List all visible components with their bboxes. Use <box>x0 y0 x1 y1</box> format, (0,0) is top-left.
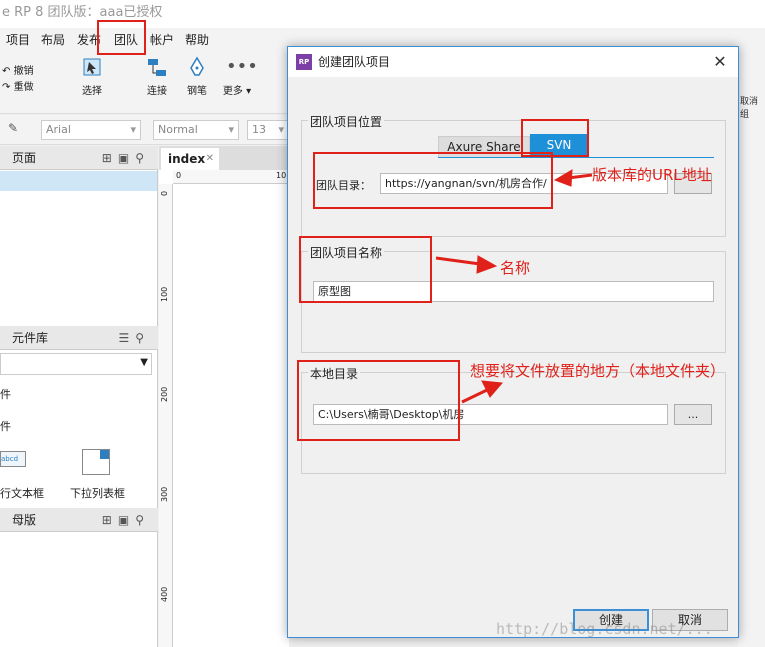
add-folder-icon[interactable]: ▣ <box>118 513 135 527</box>
horizontal-ruler: 0 10 <box>173 170 289 184</box>
highlight-team-dir <box>313 152 553 209</box>
left-panel: 页面 ⊞▣⚲ 元件库 ☰⚲ ▼ 件 件 abcd 行文本框 下拉列表框 母版 ⊞… <box>0 146 158 647</box>
widget-label[interactable]: 行文本框 <box>0 485 44 501</box>
close-icon[interactable]: ✕ <box>712 54 728 70</box>
dropdown-widget-icon <box>82 449 110 475</box>
close-icon[interactable]: ✕ <box>206 148 214 170</box>
pen-icon <box>190 56 204 76</box>
text-field-widget-icon: abcd <box>0 451 30 473</box>
library-select[interactable]: ▼ <box>0 353 152 375</box>
annotation-local: 想要将文件放置的地方（本地文件夹） <box>470 362 726 380</box>
masters-panel-header: 母版 ⊞▣⚲ <box>0 508 158 532</box>
select-icon <box>83 58 101 76</box>
search-icon[interactable]: ⚲ <box>135 513 150 527</box>
right-panel-edge: 取消组 <box>738 50 765 647</box>
library-panel-header: 元件库 ☰⚲ <box>0 326 158 350</box>
add-folder-icon[interactable]: ▣ <box>118 151 135 165</box>
ungroup-button[interactable]: 取消组 <box>740 94 765 120</box>
pages-panel-header: 页面 ⊞▣⚲ <box>0 146 158 170</box>
rp-logo-icon: RP <box>296 54 312 70</box>
more-tools-button[interactable]: ••• 更多 ▾ <box>217 56 258 97</box>
dialog-title: 创建团队项目 <box>318 55 391 69</box>
chevron-down-icon: ▼ <box>140 357 148 368</box>
connect-tool-button[interactable]: 连接 <box>137 56 177 97</box>
menu-item-account[interactable]: 帐户 <box>150 31 174 48</box>
watermark: http://blog.csdn.net/... <box>496 620 713 638</box>
menu-item-layout[interactable]: 布局 <box>41 31 65 48</box>
highlight-local-dir <box>297 360 460 441</box>
selected-page-row[interactable] <box>0 171 157 191</box>
menu-item-project[interactable]: 项目 <box>6 31 30 48</box>
widget-label[interactable]: 下拉列表框 <box>70 485 125 501</box>
page-tabs: index ✕ <box>159 146 289 170</box>
annotation-name: 名称 <box>500 259 531 277</box>
canvas-area: index ✕ 0 10 0 100 200 300 400 <box>159 146 289 647</box>
add-page-icon[interactable]: ⊞ <box>102 513 118 527</box>
search-icon[interactable]: ⚲ <box>135 151 150 165</box>
connect-icon <box>148 59 166 76</box>
edit-style-icon[interactable]: ✎ <box>8 121 18 135</box>
pen-tool-button[interactable]: 钢笔 <box>177 56 217 97</box>
more-icon: ••• <box>226 56 258 77</box>
add-page-icon[interactable]: ⊞ <box>102 151 118 165</box>
font-family-select[interactable]: Arial <box>41 120 141 140</box>
menu-icon[interactable]: ☰ <box>118 331 135 345</box>
undo-icon: ↶ <box>2 66 11 77</box>
library-item[interactable]: 件 <box>0 418 11 434</box>
search-icon[interactable]: ⚲ <box>135 331 150 345</box>
undo-button[interactable]: ↶ 撤销 <box>2 62 34 77</box>
font-size-select[interactable]: 13 <box>247 120 289 140</box>
select-tool-button[interactable]: 选择 <box>72 56 112 97</box>
local-dir-browse-button[interactable]: ... <box>674 404 712 425</box>
tab-index[interactable]: index ✕ <box>161 148 219 170</box>
library-item[interactable]: 件 <box>0 386 11 402</box>
location-group-label: 团队项目位置 <box>308 113 385 130</box>
create-team-project-dialog: RP 创建团队项目 ✕ 团队项目位置 Axure Share SVN 团队目录：… <box>287 46 739 638</box>
vertical-ruler: 0 100 200 300 400 <box>159 184 173 647</box>
redo-button[interactable]: ↷ 重做 <box>2 78 34 93</box>
menu-item-help[interactable]: 帮助 <box>185 31 209 48</box>
redo-icon: ↷ <box>2 82 11 93</box>
dialog-titlebar: RP 创建团队项目 ✕ <box>288 47 738 77</box>
annotation-url: 版本库的URL地址 <box>592 166 712 184</box>
highlight-project-name <box>299 236 432 303</box>
font-style-select[interactable]: Normal <box>153 120 239 140</box>
highlight-team-menu <box>97 20 146 55</box>
